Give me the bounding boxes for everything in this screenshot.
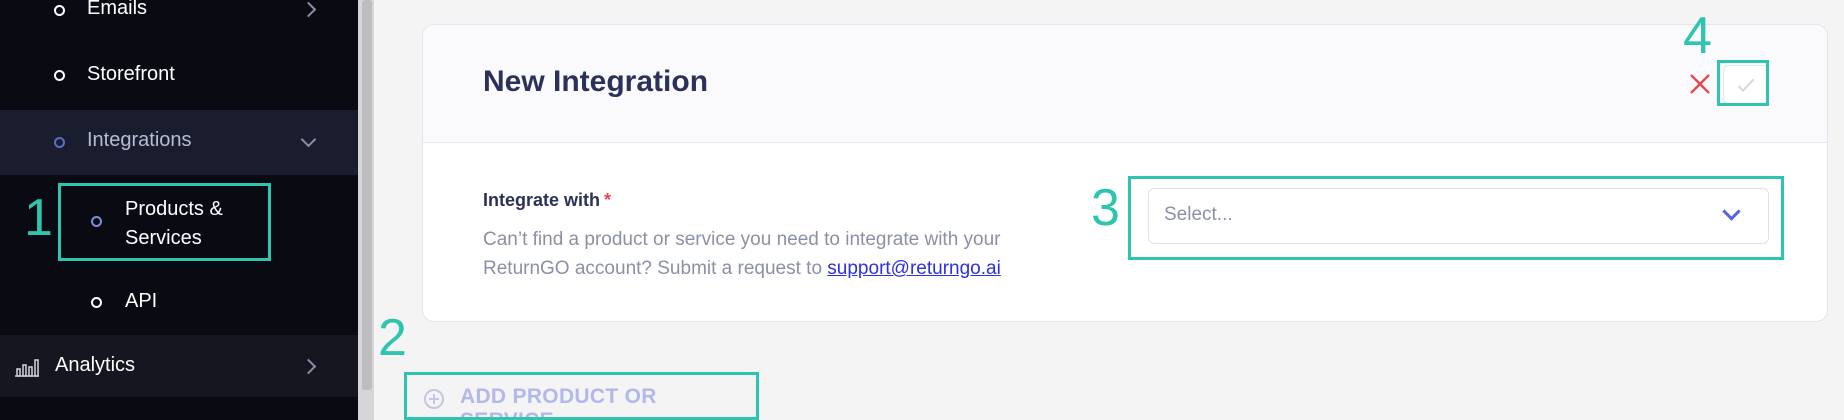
- help-text: Can’t find a product or service you need…: [483, 225, 1073, 283]
- sidebar-item-label: Emails: [87, 0, 148, 19]
- annotation-box-4: [1717, 60, 1769, 106]
- integrate-with-label: Integrate with *: [483, 190, 611, 211]
- sidebar-item-analytics[interactable]: Analytics: [0, 335, 358, 397]
- annotation-number: 1: [24, 189, 53, 247]
- annotation-number: 2: [378, 309, 407, 367]
- support-email-link[interactable]: support@returngo.ai: [827, 258, 1001, 279]
- annotation-box-1: [58, 183, 271, 261]
- chevron-right-icon: [300, 1, 317, 18]
- circle-icon: [91, 297, 102, 308]
- scrollbar-thumb[interactable]: [362, 0, 372, 390]
- circle-icon: [54, 5, 65, 16]
- sidebar-item-emails[interactable]: Emails: [0, 0, 358, 20]
- sidebar-item-storefront[interactable]: Storefront: [0, 55, 358, 95]
- chevron-down-icon: [300, 131, 317, 148]
- bar-chart-icon: [15, 359, 39, 377]
- sidebar-item-label: Analytics: [55, 354, 136, 376]
- annotation-number: 3: [1091, 179, 1120, 237]
- annotation-box-3: [1128, 176, 1784, 260]
- chevron-right-icon: [300, 358, 317, 375]
- card-header: New Integration: [423, 25, 1827, 143]
- sidebar-item-label: API: [125, 290, 158, 312]
- circle-icon: [54, 137, 65, 148]
- new-integration-card: New Integration Integrate with * Can’t fi…: [422, 24, 1828, 322]
- annotation-box-2: [404, 372, 759, 420]
- required-asterisk: *: [604, 190, 612, 210]
- annotation-number: 4: [1683, 7, 1712, 65]
- field-label-text: Integrate with: [483, 190, 601, 210]
- page-title: New Integration: [483, 65, 709, 98]
- sidebar-item-integrations[interactable]: Integrations: [0, 110, 358, 175]
- sidebar-item-label: Integrations: [87, 129, 192, 151]
- sidebar-item-api[interactable]: API: [0, 282, 358, 322]
- sidebar-item-label: Storefront: [87, 63, 175, 85]
- close-icon[interactable]: [1687, 71, 1713, 97]
- circle-icon: [54, 70, 65, 81]
